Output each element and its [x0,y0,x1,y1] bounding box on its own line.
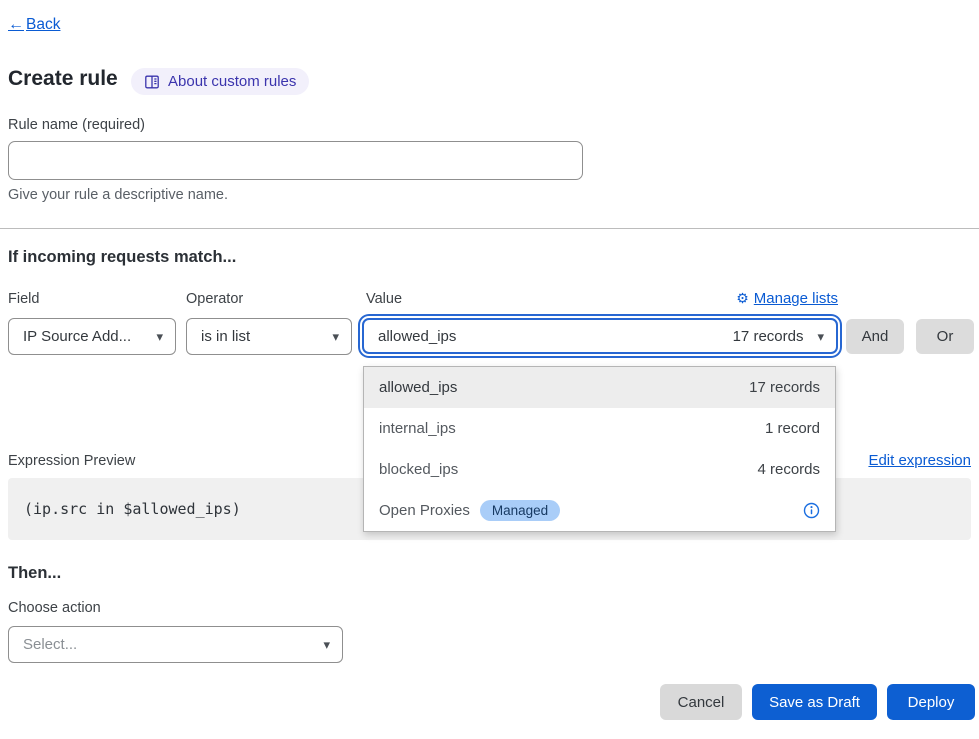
field-column-label: Field [8,291,39,307]
info-icon[interactable] [803,502,820,519]
option-name: internal_ips [379,420,456,437]
section-divider [0,228,979,229]
chevron-down-icon: ▾ [817,330,824,343]
value-column-label: Value [366,291,402,307]
manage-lists-link[interactable]: ⚙ Manage lists [736,290,838,307]
value-select-records: 17 records [733,328,804,345]
rule-name-input[interactable] [8,141,583,180]
rule-name-label: Rule name (required) [8,117,145,133]
option-records: 17 records [749,379,820,396]
chevron-down-icon: ▾ [332,330,339,343]
operator-column-label: Operator [186,291,243,307]
edit-expression-link[interactable]: Edit expression [868,452,971,469]
expression-code: (ip.src in $allowed_ips) [24,500,241,518]
or-button[interactable]: Or [916,319,974,354]
chevron-down-icon: ▾ [156,330,163,343]
field-select[interactable]: IP Source Add... ▾ [8,318,176,355]
save-as-draft-button[interactable]: Save as Draft [752,684,877,720]
value-dropdown-menu: allowed_ips 17 records internal_ips 1 re… [363,366,836,532]
dropdown-option-internal-ips[interactable]: internal_ips 1 record [364,408,835,449]
field-select-value: IP Source Add... [23,328,131,345]
rule-name-helper-text: Give your rule a descriptive name. [8,187,228,203]
create-rule-page: ←Back Create rule About custom rules Rul… [0,0,979,739]
about-custom-rules-link[interactable]: About custom rules [131,68,309,95]
action-select[interactable]: Select... ▾ [8,626,343,663]
arrow-left-icon: ← [8,16,24,33]
option-name: Open Proxies [379,502,470,519]
option-name: blocked_ips [379,461,458,478]
manage-lists-label: Manage lists [754,290,838,307]
choose-action-label: Choose action [8,600,101,616]
dropdown-option-open-proxies[interactable]: Open Proxies Managed [364,490,835,531]
match-section-heading: If incoming requests match... [8,248,236,267]
chevron-down-icon: ▾ [323,638,330,651]
operator-select-value: is in list [201,328,250,345]
option-records: 1 record [765,420,820,437]
cancel-button[interactable]: Cancel [660,684,742,720]
about-badge-label: About custom rules [168,73,296,90]
dropdown-option-blocked-ips[interactable]: blocked_ips 4 records [364,449,835,490]
dropdown-option-allowed-ips[interactable]: allowed_ips 17 records [364,367,835,408]
and-button[interactable]: And [846,319,904,354]
expression-preview-label: Expression Preview [8,453,135,469]
then-section-heading: Then... [8,564,61,583]
option-name: allowed_ips [379,379,457,396]
managed-badge: Managed [480,500,560,521]
deploy-button[interactable]: Deploy [887,684,975,720]
back-label: Back [26,16,60,33]
back-link[interactable]: ←Back [8,16,60,34]
book-icon [144,74,160,90]
page-title: Create rule [8,67,118,91]
action-select-placeholder: Select... [23,636,77,653]
gear-icon: ⚙ [736,290,749,307]
option-records: 4 records [757,461,820,478]
value-select-value: allowed_ips [378,328,456,345]
operator-select[interactable]: is in list ▾ [186,318,352,355]
value-select[interactable]: allowed_ips 17 records ▾ [362,318,838,354]
